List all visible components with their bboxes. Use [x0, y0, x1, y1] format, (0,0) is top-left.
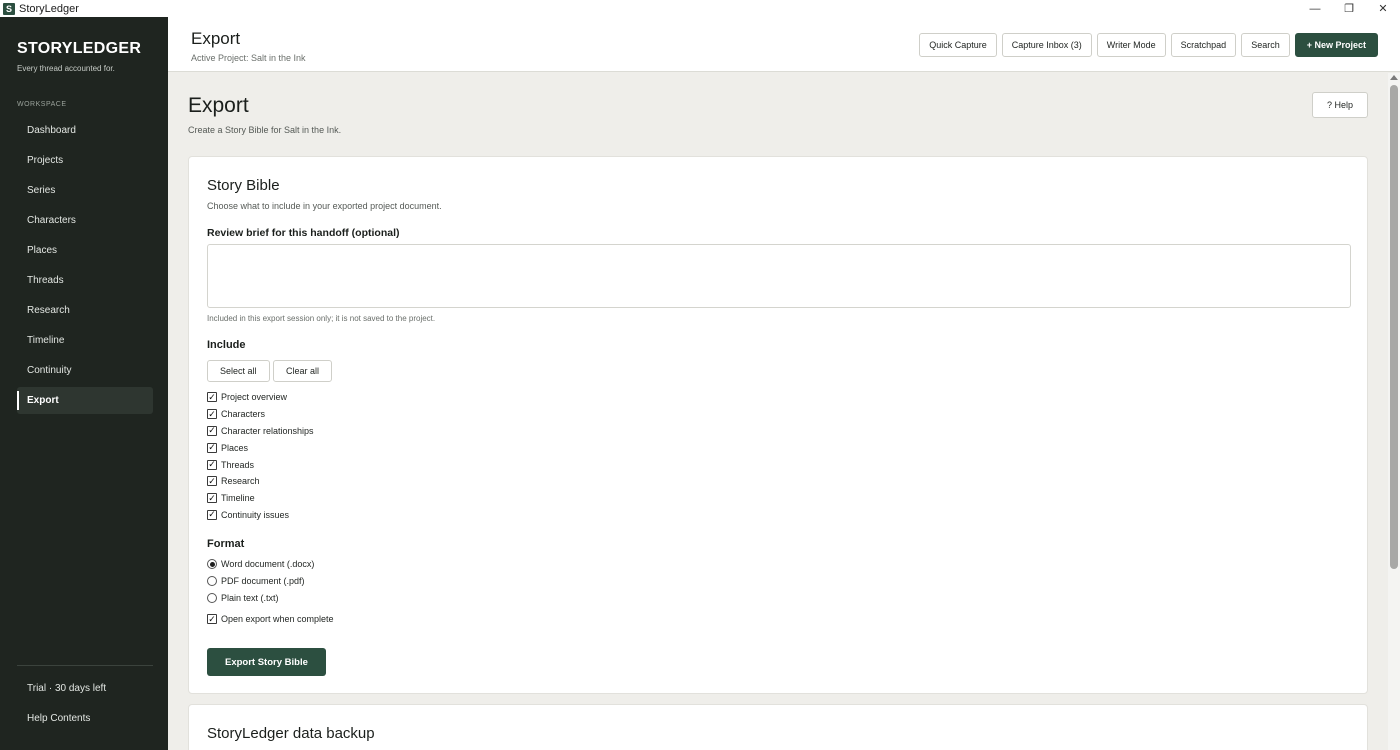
trial-status-link[interactable]: Trial · 30 days left	[27, 683, 106, 694]
story-bible-description: Choose what to include in your exported …	[207, 201, 442, 211]
checkbox-label: Open export when complete	[221, 614, 334, 625]
workspace-section-label: WORKSPACE	[17, 101, 67, 108]
story-bible-card: Story Bible Choose what to include in yo…	[188, 156, 1368, 694]
format-radio-group: Word document (.docx) PDF document (.pdf…	[207, 556, 314, 606]
clear-all-button[interactable]: Clear all	[273, 360, 333, 382]
include-character-relationships[interactable]: ✓ Character relationships	[207, 423, 314, 440]
writer-mode-button[interactable]: Writer Mode	[1096, 33, 1166, 57]
help-button[interactable]: ? Help	[1311, 92, 1368, 118]
review-brief-label: Review brief for this handoff (optional)	[207, 227, 400, 239]
include-threads[interactable]: ✓ Threads	[207, 456, 314, 473]
checkbox-label: Character relationships	[221, 425, 314, 436]
sidebar-item-series[interactable]: Series	[17, 177, 153, 204]
review-brief-hint: Included in this export session only; it…	[207, 314, 436, 323]
page-subtitle: Create a Story Bible for Salt in the Ink…	[188, 125, 342, 135]
sidebar-item-export[interactable]: Export	[17, 387, 153, 414]
capture-inbox-button[interactable]: Capture Inbox (3)	[1001, 33, 1092, 57]
sidebar-item-dashboard[interactable]: Dashboard	[17, 117, 153, 144]
format-pdf-option[interactable]: PDF document (.pdf)	[207, 573, 314, 590]
checkbox-checked-icon[interactable]: ✓	[207, 459, 217, 470]
include-continuity-issues[interactable]: ✓ Continuity issues	[207, 507, 314, 524]
select-all-button[interactable]: Select all	[207, 360, 270, 382]
radio-unselected-icon[interactable]	[207, 576, 217, 587]
data-backup-card: StoryLedger data backup	[188, 704, 1368, 750]
sidebar-item-characters[interactable]: Characters	[17, 207, 153, 234]
checkbox-label: Research	[221, 476, 260, 487]
include-characters[interactable]: ✓ Characters	[207, 406, 314, 423]
data-backup-title: StoryLedger data backup	[207, 725, 375, 742]
sidebar-item-projects[interactable]: Projects	[17, 147, 153, 174]
sidebar-item-continuity[interactable]: Continuity	[17, 357, 153, 384]
header-title: Export	[191, 29, 241, 48]
radio-selected-icon[interactable]	[207, 559, 217, 570]
checkbox-checked-icon[interactable]: ✓	[207, 509, 217, 520]
radio-unselected-icon[interactable]	[207, 592, 217, 603]
search-button[interactable]: Search	[1241, 33, 1290, 57]
format-txt-option[interactable]: Plain text (.txt)	[207, 590, 314, 607]
sidebar-item-research[interactable]: Research	[17, 297, 153, 324]
page-header: Export Active Project: Salt in the Ink Q…	[168, 17, 1400, 72]
checkbox-checked-icon[interactable]: ✓	[207, 614, 217, 625]
new-project-button[interactable]: + New Project	[1294, 33, 1378, 57]
checkbox-checked-icon[interactable]: ✓	[207, 409, 217, 420]
include-places[interactable]: ✓ Places	[207, 439, 314, 456]
scratchpad-button[interactable]: Scratchpad	[1170, 33, 1237, 57]
quick-capture-button[interactable]: Quick Capture	[919, 33, 997, 57]
checkbox-label: Continuity issues	[221, 509, 290, 520]
checkbox-label: Timeline	[221, 493, 255, 504]
page-title: Export	[188, 94, 249, 117]
window-controls: — ❐ ✕	[1298, 0, 1400, 17]
sidebar-item-timeline[interactable]: Timeline	[17, 327, 153, 354]
radio-label: PDF document (.pdf)	[221, 576, 305, 587]
format-label: Format	[207, 538, 245, 550]
checkbox-label: Characters	[221, 409, 266, 420]
checkbox-checked-icon[interactable]: ✓	[207, 442, 217, 453]
close-button[interactable]: ✕	[1366, 0, 1400, 17]
sidebar-nav: Dashboard Projects Series Characters Pla…	[17, 117, 153, 417]
review-brief-input[interactable]	[207, 244, 1351, 308]
active-project-label: Active Project: Salt in the Ink	[191, 53, 306, 63]
radio-label: Plain text (.txt)	[221, 592, 279, 603]
checkbox-checked-icon[interactable]: ✓	[207, 476, 217, 487]
help-contents-link[interactable]: Help Contents	[27, 713, 90, 724]
checkbox-checked-icon[interactable]: ✓	[207, 392, 217, 403]
open-when-complete-option[interactable]: ✓ Open export when complete	[207, 611, 334, 628]
restore-button[interactable]: ❐	[1332, 0, 1366, 17]
format-docx-option[interactable]: Word document (.docx)	[207, 556, 314, 573]
header-actions: Quick Capture Capture Inbox (3) Writer M…	[919, 33, 1378, 57]
app-icon: S	[3, 2, 15, 15]
include-timeline[interactable]: ✓ Timeline	[207, 490, 314, 507]
checkbox-label: Project overview	[221, 392, 288, 403]
checkbox-label: Places	[221, 442, 249, 453]
checkbox-checked-icon[interactable]: ✓	[207, 425, 217, 436]
include-checklist: ✓ Project overview ✓ Characters ✓ Character…	[207, 389, 314, 523]
sidebar-divider	[17, 665, 153, 666]
minimize-button[interactable]: —	[1298, 0, 1332, 17]
window-titlebar: S StoryLedger — ❐ ✕	[0, 0, 1400, 17]
include-project-overview[interactable]: ✓ Project overview	[207, 389, 314, 406]
sidebar: STORYLEDGER Every thread accounted for. …	[0, 17, 168, 750]
sidebar-item-threads[interactable]: Threads	[17, 267, 153, 294]
include-research[interactable]: ✓ Research	[207, 473, 314, 490]
brand-tagline: Every thread accounted for.	[17, 64, 115, 73]
checkbox-checked-icon[interactable]: ✓	[207, 493, 217, 504]
main-content: Export Create a Story Bible for Salt in …	[168, 73, 1388, 750]
export-story-bible-button[interactable]: Export Story Bible	[207, 648, 326, 676]
checkbox-label: Threads	[221, 459, 255, 470]
radio-label: Word document (.docx)	[221, 559, 315, 570]
window-title: StoryLedger	[19, 2, 79, 15]
main-scrollbar[interactable]	[1388, 73, 1400, 750]
sidebar-item-places[interactable]: Places	[17, 237, 153, 264]
story-bible-title: Story Bible	[207, 177, 280, 194]
brand-logo: STORYLEDGER	[17, 40, 142, 57]
scroll-up-arrow-icon[interactable]	[1390, 75, 1398, 80]
scroll-thumb[interactable]	[1390, 85, 1398, 569]
include-label: Include	[207, 339, 246, 351]
